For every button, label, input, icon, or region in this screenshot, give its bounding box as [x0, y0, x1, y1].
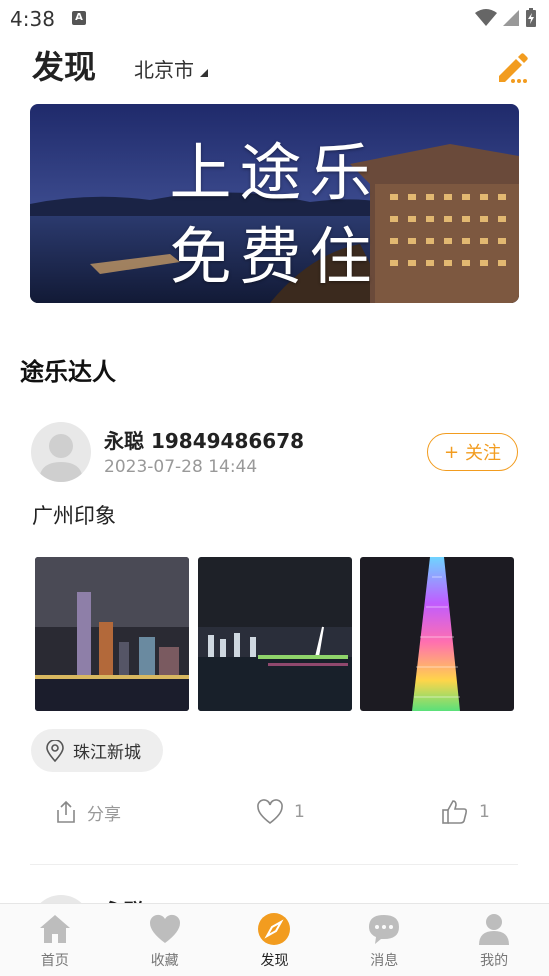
message-icon — [369, 915, 400, 944]
banner-headline-1: 上途乐 — [169, 136, 380, 209]
home-icon — [39, 915, 70, 943]
tab-discover[interactable]: 发现 — [220, 904, 330, 976]
wifi-icon — [475, 9, 497, 26]
city-label: 北京市 — [134, 58, 194, 82]
bottom-tab-bar: 首页 收藏 发现 消息 我的 — [0, 903, 549, 976]
post-photo-1[interactable] — [35, 557, 189, 711]
photo-image — [360, 557, 514, 711]
tab-favorites[interactable]: 收藏 — [110, 904, 220, 976]
battery-icon — [526, 8, 536, 27]
follow-label: 关注 — [465, 443, 502, 464]
tab-profile[interactable]: 我的 — [439, 904, 549, 976]
tab-label: 发现 — [260, 953, 289, 969]
location-chip[interactable]: 珠江新城 — [31, 729, 163, 772]
thumbs-up-count: 1 — [479, 802, 490, 822]
notification-icon: A — [72, 11, 86, 25]
share-button[interactable]: 分享 — [55, 795, 121, 829]
signal-icon — [503, 10, 519, 26]
city-selector[interactable]: 北京市 — [134, 54, 208, 83]
edit-icon[interactable] — [495, 50, 529, 84]
person-placeholder-icon — [39, 434, 83, 482]
section-title: 途乐达人 — [20, 358, 116, 386]
page-title: 发现 — [32, 48, 97, 86]
tab-messages[interactable]: 消息 — [329, 904, 439, 976]
post-photo-3[interactable] — [360, 557, 514, 711]
share-icon — [57, 800, 75, 823]
tab-label: 首页 — [40, 953, 69, 969]
plus-icon: + — [443, 441, 460, 463]
compass-icon — [258, 913, 291, 945]
status-time: 4:38 — [10, 7, 55, 31]
like-count: 1 — [294, 802, 305, 822]
post-photo-2[interactable] — [198, 557, 352, 711]
tab-home[interactable]: 首页 — [0, 904, 110, 976]
person-icon — [479, 914, 510, 945]
divider — [30, 864, 518, 865]
user-name[interactable]: 永聪 19849486678 — [104, 425, 304, 454]
like-button[interactable]: 1 — [256, 795, 305, 829]
post-text: 广州印象 — [32, 504, 116, 528]
location-pin-icon — [46, 739, 64, 762]
status-icons — [475, 8, 537, 28]
avatar[interactable] — [31, 422, 91, 482]
thumbs-up-button[interactable]: 1 — [441, 795, 490, 829]
promo-banner[interactable]: 上途乐 免费住 — [30, 104, 519, 303]
follow-button[interactable]: + 关注 — [427, 433, 518, 471]
tab-label: 消息 — [370, 953, 399, 969]
caret-down-icon — [200, 68, 208, 77]
share-label: 分享 — [87, 804, 121, 825]
heart-icon — [149, 914, 180, 943]
photo-image — [198, 557, 352, 711]
thumbs-up-icon — [442, 800, 468, 824]
tab-label: 收藏 — [150, 953, 179, 969]
post-time: 2023-07-28 14:44 — [104, 457, 258, 477]
header: 发现 北京市 — [0, 38, 549, 96]
tab-label: 我的 — [480, 953, 509, 969]
banner-headline-2: 免费住 — [169, 220, 380, 293]
location-label: 珠江新城 — [73, 743, 141, 763]
heart-icon — [257, 799, 283, 825]
photo-image — [35, 557, 189, 711]
status-bar: 4:38 A — [0, 0, 549, 38]
